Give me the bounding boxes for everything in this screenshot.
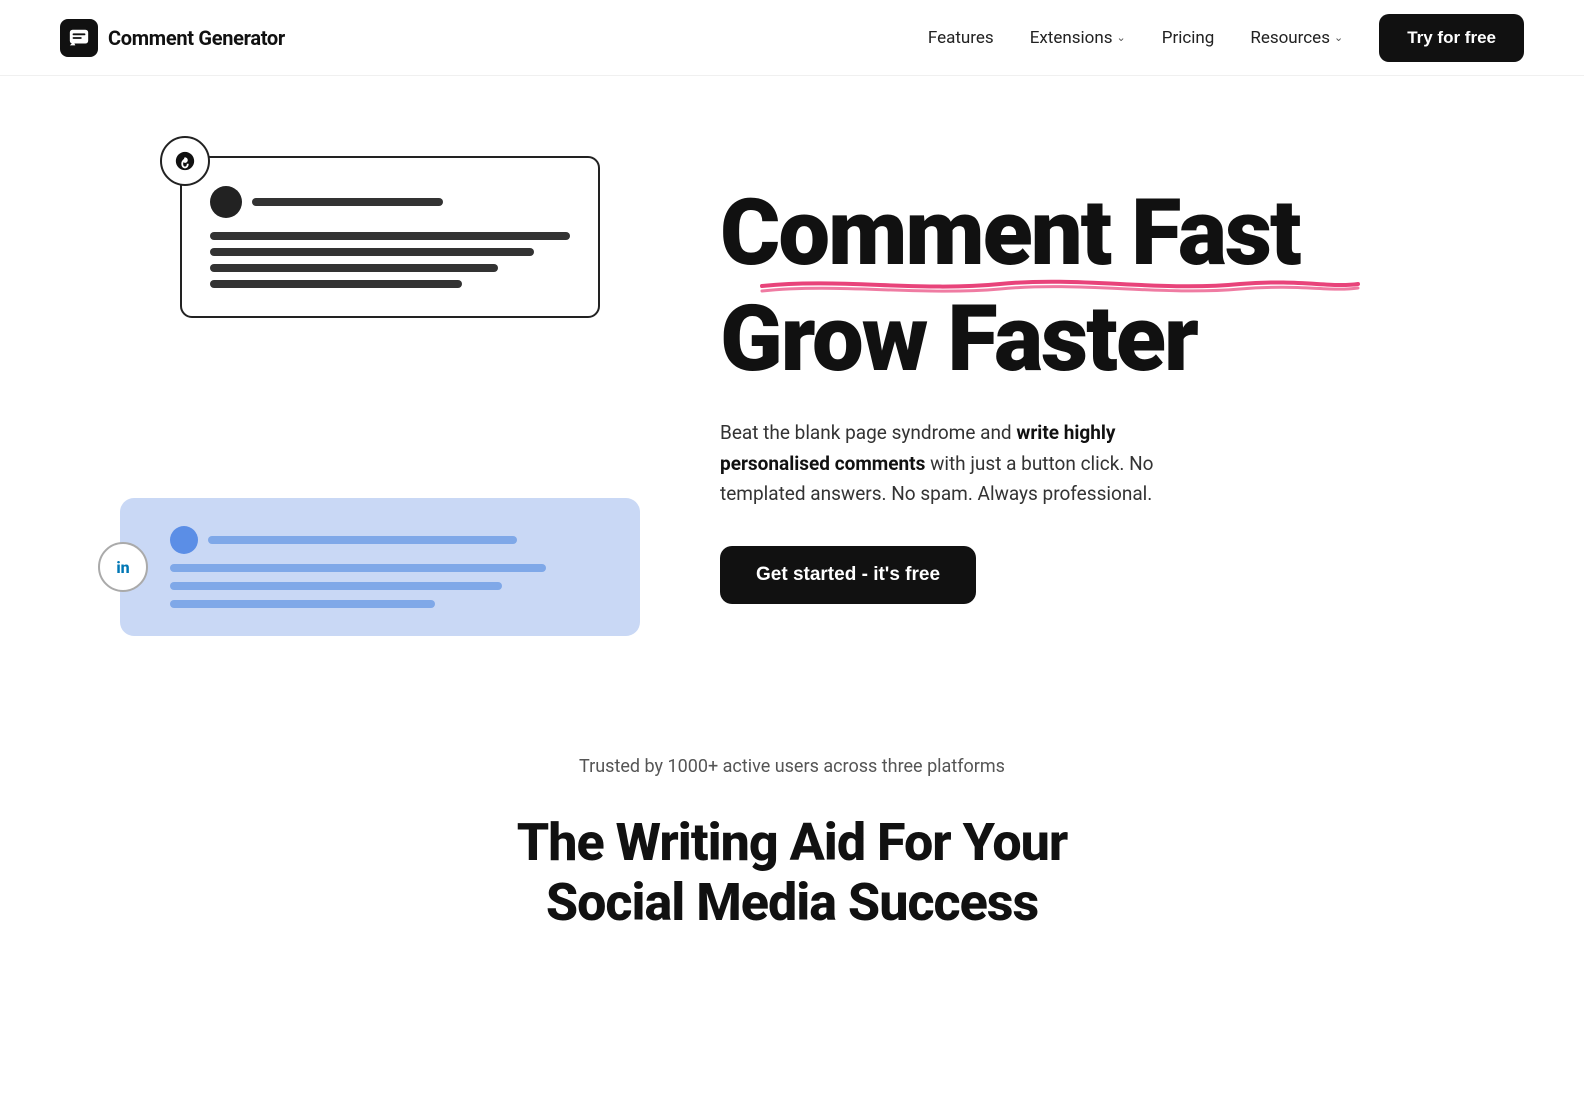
trust-text: Trusted by 1000+ active users across thr… (40, 756, 1544, 777)
threads-card (180, 156, 600, 318)
navbar: Comment Generator Features Extensions ⌄ … (0, 0, 1584, 76)
threads-card-name-lines (252, 198, 570, 206)
threads-card-text-lines (210, 232, 570, 288)
nav-links: Features Extensions ⌄ Pricing Resources … (928, 14, 1524, 62)
hero-illustration: in (120, 156, 640, 636)
nav-pricing[interactable]: Pricing (1162, 28, 1215, 48)
hero-headline-line1: Comment Fast (720, 188, 1400, 294)
threads-icon (160, 136, 210, 186)
trust-section: Trusted by 1000+ active users across thr… (0, 696, 1584, 953)
nav-features[interactable]: Features (928, 28, 994, 48)
hero-section: in Comment Fast Grow Faster (0, 76, 1584, 696)
logo[interactable]: Comment Generator (60, 19, 285, 57)
nav-extensions[interactable]: Extensions ⌄ (1030, 28, 1126, 48)
logo-text: Comment Generator (108, 26, 285, 50)
linkedin-card: in (120, 498, 640, 636)
logo-icon (60, 19, 98, 57)
hero-content: Comment Fast Grow Faster Beat the blank … (720, 188, 1400, 603)
threads-card-avatar (210, 186, 242, 218)
linkedin-card-avatar (170, 526, 198, 554)
resources-chevron-icon: ⌄ (1334, 31, 1343, 44)
hero-headline-line2: Grow Faster (720, 294, 1400, 386)
writing-aid-title: The Writing Aid For Your Social Media Su… (442, 813, 1142, 933)
linkedin-card-content (170, 526, 612, 608)
extensions-chevron-icon: ⌄ (1117, 31, 1126, 44)
nav-resources[interactable]: Resources ⌄ (1250, 28, 1343, 48)
hero-cta-button[interactable]: Get started - it's free (720, 546, 976, 604)
hero-description: Beat the blank page syndrome and write h… (720, 418, 1200, 509)
nav-cta-button[interactable]: Try for free (1379, 14, 1524, 62)
linkedin-icon: in (98, 542, 148, 592)
hero-headline: Comment Fast Grow Faster (720, 188, 1400, 386)
